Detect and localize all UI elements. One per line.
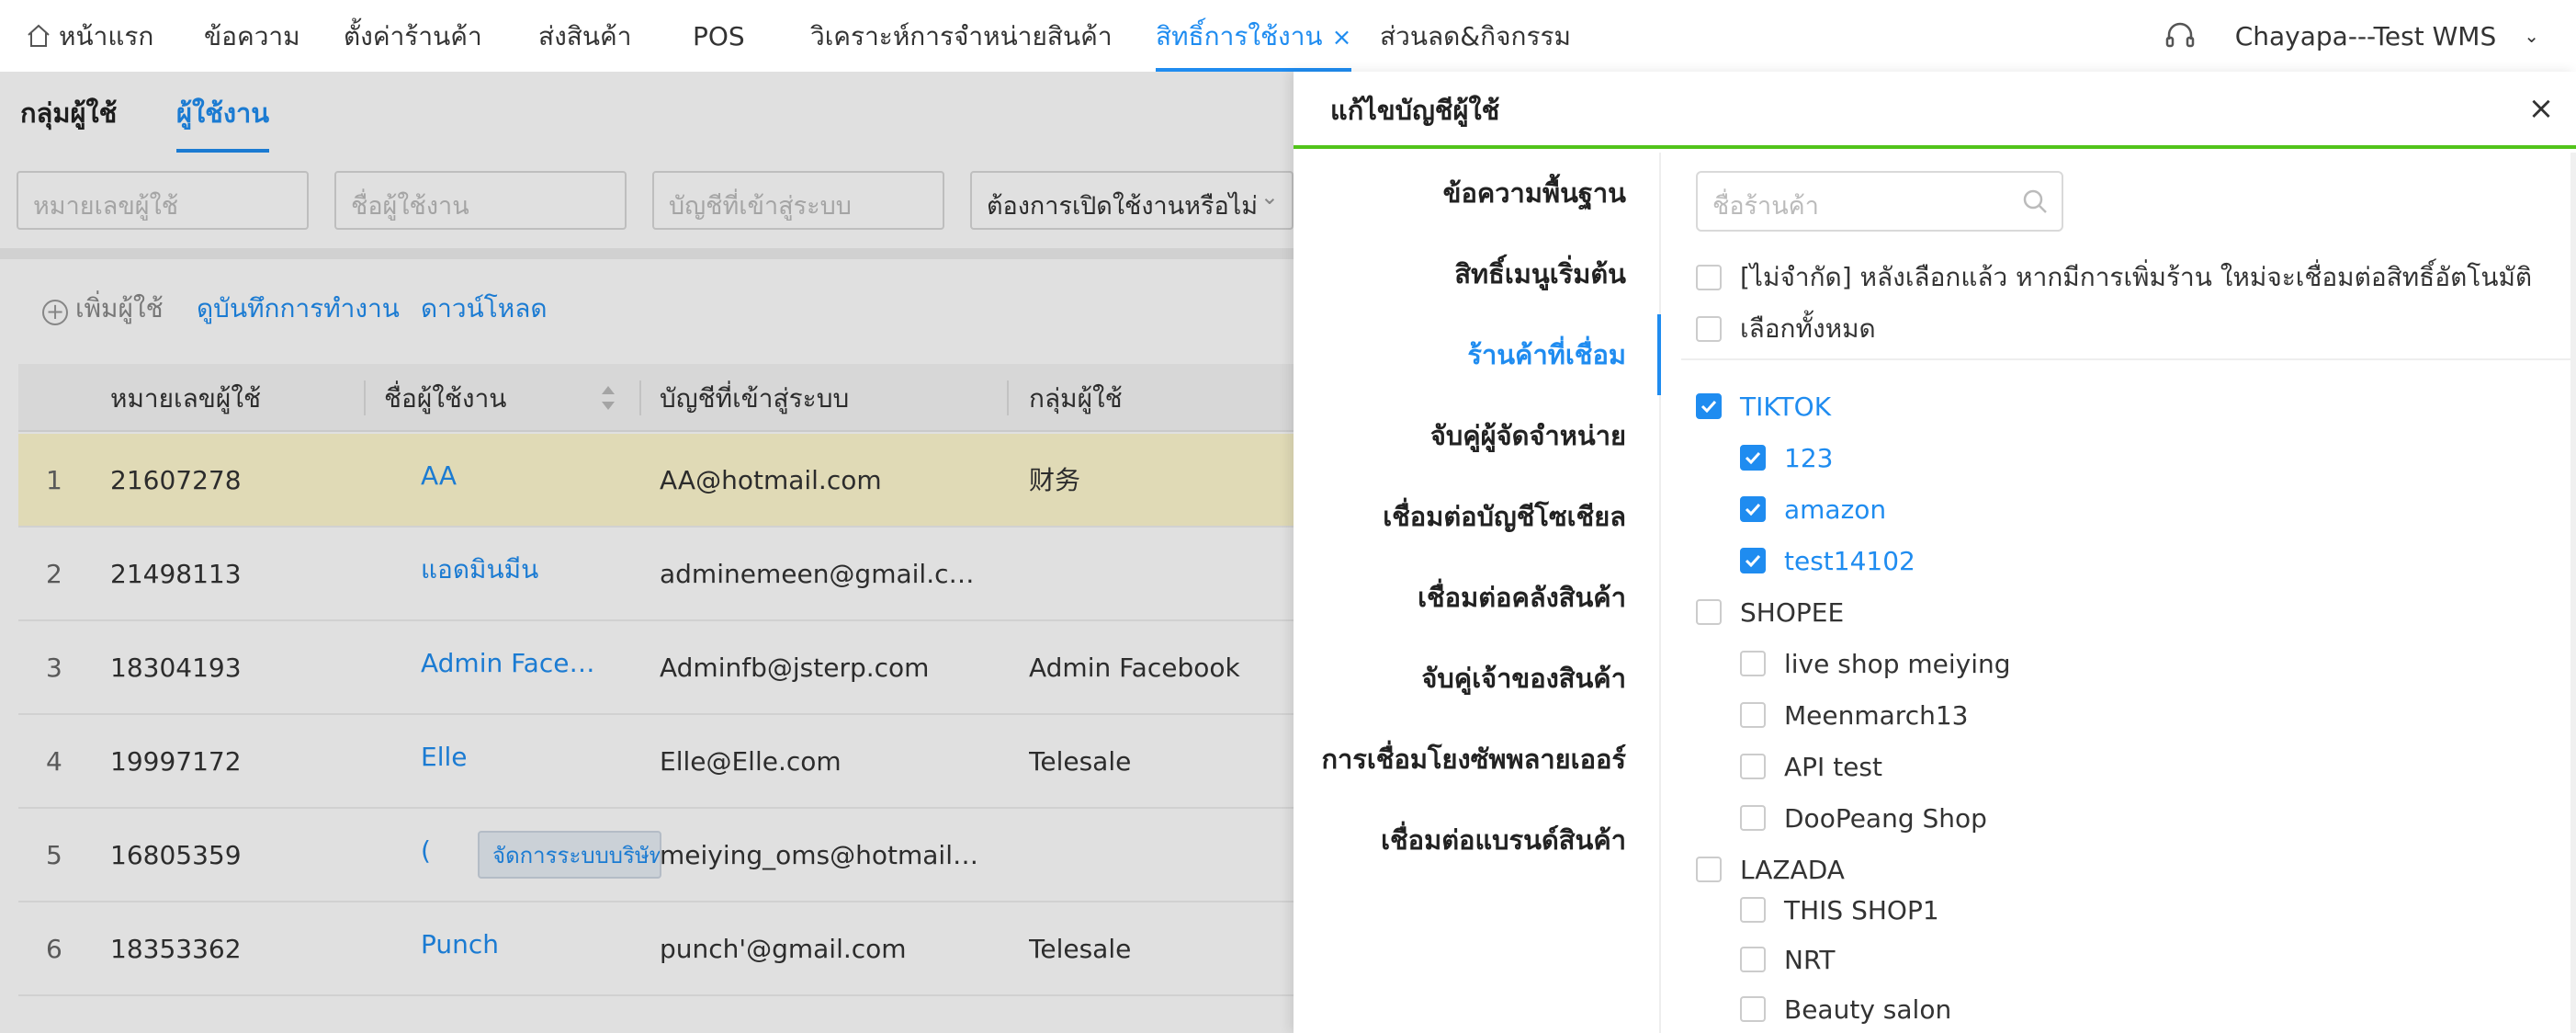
- shop-label: amazon: [1784, 494, 1887, 525]
- top-right: Chayapa---Test WMS ⌄: [2162, 0, 2539, 72]
- menu-warehouse-link[interactable]: เชื่อมต่อคลังสินค้า: [1418, 557, 1626, 638]
- modal-overlay[interactable]: [0, 72, 1294, 1033]
- checkbox-checked[interactable]: [1696, 393, 1722, 419]
- unlimited-option[interactable]: [ไม่จำกัด] หลังเลือกแล้ว หากมีการเพิ่มร้…: [1696, 252, 2532, 303]
- platform-label: LAZADA: [1740, 854, 1845, 885]
- shop-label: test14102: [1784, 545, 1915, 576]
- platform-label: SHOPEE: [1740, 596, 1845, 628]
- shop-item[interactable]: live shop meiying: [1740, 638, 2011, 689]
- headset-icon[interactable]: [2162, 17, 2198, 54]
- menu-owner-match[interactable]: จับคู่เจ้าของสินค้า: [1421, 638, 1626, 719]
- shop-label: 123: [1784, 442, 1834, 473]
- shop-label: Beauty salon: [1784, 993, 1952, 1025]
- checkbox[interactable]: [1740, 651, 1766, 676]
- drawer-title: แก้ไขบัญชีผู้ใช้: [1330, 95, 1500, 126]
- menu-default-permissions[interactable]: สิทธิ์เมนูเริ่มต้น: [1454, 233, 1626, 314]
- nav-item-shipping[interactable]: ส่งสินค้า: [538, 0, 631, 72]
- chevron-down-icon[interactable]: ⌄: [2524, 25, 2539, 47]
- nav-item-promotions[interactable]: ส่วนลด&กิจกรรม: [1380, 0, 1571, 72]
- checkbox[interactable]: [1740, 996, 1766, 1022]
- user-name[interactable]: Chayapa---Test WMS: [2235, 21, 2497, 51]
- checkbox[interactable]: [1696, 857, 1722, 882]
- platform-label: TIKTOK: [1740, 391, 1832, 422]
- menu-linked-shops[interactable]: ร้านค้าที่เชื่อม: [1467, 314, 1626, 395]
- nav-item-sales-analysis[interactable]: วิเคราะห์การจำหน่ายสินค้า: [810, 0, 1113, 72]
- divider: [1681, 358, 2576, 360]
- home-icon: [28, 24, 50, 47]
- shop-item[interactable]: 123: [1740, 432, 1833, 483]
- checkbox-checked[interactable]: [1740, 445, 1766, 471]
- linked-shops-panel: ชื่อร้านค้า [ไม่จำกัด] หลังเลือกแล้ว หาก…: [1663, 153, 2576, 1033]
- close-icon[interactable]: ×: [2525, 92, 2558, 125]
- close-tab-icon[interactable]: ×: [1332, 24, 1352, 51]
- menu-social-accounts[interactable]: เชื่อมต่อบัญชีโซเชียล: [1383, 476, 1626, 557]
- checkbox-checked[interactable]: [1740, 496, 1766, 522]
- shop-search-placeholder: ชื่อร้านค้า: [1712, 192, 1819, 221]
- checkbox-checked[interactable]: [1740, 548, 1766, 573]
- platform-tiktok[interactable]: TIKTOK: [1696, 380, 1831, 432]
- shop-search-input[interactable]: ชื่อร้านค้า: [1696, 171, 2063, 232]
- menu-supplier-link[interactable]: การเชื่อมโยงซัพพลายเออร์: [1321, 719, 1626, 800]
- checkbox[interactable]: [1696, 316, 1722, 342]
- checkbox[interactable]: [1696, 265, 1722, 290]
- checkbox[interactable]: [1740, 897, 1766, 923]
- edit-user-drawer: แก้ไขบัญชีผู้ใช้ × ข้อความพื้นฐาน สิทธิ์…: [1294, 72, 2576, 1033]
- tab-permissions[interactable]: สิทธิ์การใช้งาน ×: [1156, 0, 1352, 72]
- shop-item[interactable]: Beauty salon: [1740, 983, 1951, 1033]
- unlimited-label: [ไม่จำกัด] หลังเลือกแล้ว หากมีการเพิ่มร้…: [1740, 262, 2533, 292]
- nav-item-messages[interactable]: ข้อความ: [204, 0, 300, 72]
- checkbox[interactable]: [1740, 702, 1766, 728]
- shop-label: NRT: [1784, 944, 1836, 975]
- shop-label: API test: [1784, 751, 1882, 782]
- search-icon[interactable]: [2021, 187, 2049, 215]
- platform-shopee[interactable]: SHOPEE: [1696, 586, 1844, 638]
- shop-label: Meenmarch13: [1784, 699, 1969, 731]
- nav-item-pos[interactable]: POS: [693, 0, 745, 72]
- menu-active-indicator: [1657, 314, 1661, 395]
- nav-item-shop-settings[interactable]: ตั้งค่าร้านค้า: [344, 0, 482, 72]
- shop-label: live shop meiying: [1784, 648, 2011, 679]
- checkbox[interactable]: [1696, 599, 1722, 625]
- checkbox[interactable]: [1740, 805, 1766, 831]
- checkbox[interactable]: [1740, 947, 1766, 972]
- shop-item[interactable]: THIS SHOP1: [1740, 884, 1939, 936]
- scrollbar[interactable]: [2570, 153, 2576, 1033]
- checkbox[interactable]: [1740, 754, 1766, 779]
- shop-item[interactable]: API test: [1740, 741, 1882, 792]
- shop-item[interactable]: amazon: [1740, 483, 1886, 535]
- menu-brand-link[interactable]: เชื่อมต่อแบรนด์สินค้า: [1381, 800, 1626, 880]
- select-all-label: เลือกทั้งหมด: [1740, 313, 1876, 344]
- shop-label: DooPeang Shop: [1784, 802, 1987, 834]
- shop-item[interactable]: test14102: [1740, 535, 1915, 586]
- drawer-menu: ข้อความพื้นฐาน สิทธิ์เมนูเริ่มต้น ร้านค้…: [1294, 153, 1661, 1033]
- drawer-header: แก้ไขบัญชีผู้ใช้ ×: [1294, 72, 2576, 149]
- shop-item[interactable]: Meenmarch13: [1740, 689, 1968, 741]
- nav-home-label: หน้าแรก: [59, 21, 154, 51]
- tab-permissions-label: สิทธิ์การใช้งาน: [1156, 21, 1323, 51]
- select-all-option[interactable]: เลือกทั้งหมด: [1696, 303, 1876, 355]
- shop-label: THIS SHOP1: [1784, 894, 1939, 925]
- menu-basic-info[interactable]: ข้อความพื้นฐาน: [1443, 153, 1626, 233]
- menu-distributor-match[interactable]: จับคู่ผู้จัดจำหน่าย: [1430, 395, 1626, 476]
- nav-home[interactable]: หน้าแรก: [26, 0, 153, 72]
- shop-item[interactable]: NRT: [1740, 934, 1835, 985]
- top-nav: หน้าแรก ข้อความ ตั้งค่าร้านค้า ส่งสินค้า…: [0, 0, 2576, 72]
- shop-item[interactable]: DooPeang Shop: [1740, 792, 1987, 844]
